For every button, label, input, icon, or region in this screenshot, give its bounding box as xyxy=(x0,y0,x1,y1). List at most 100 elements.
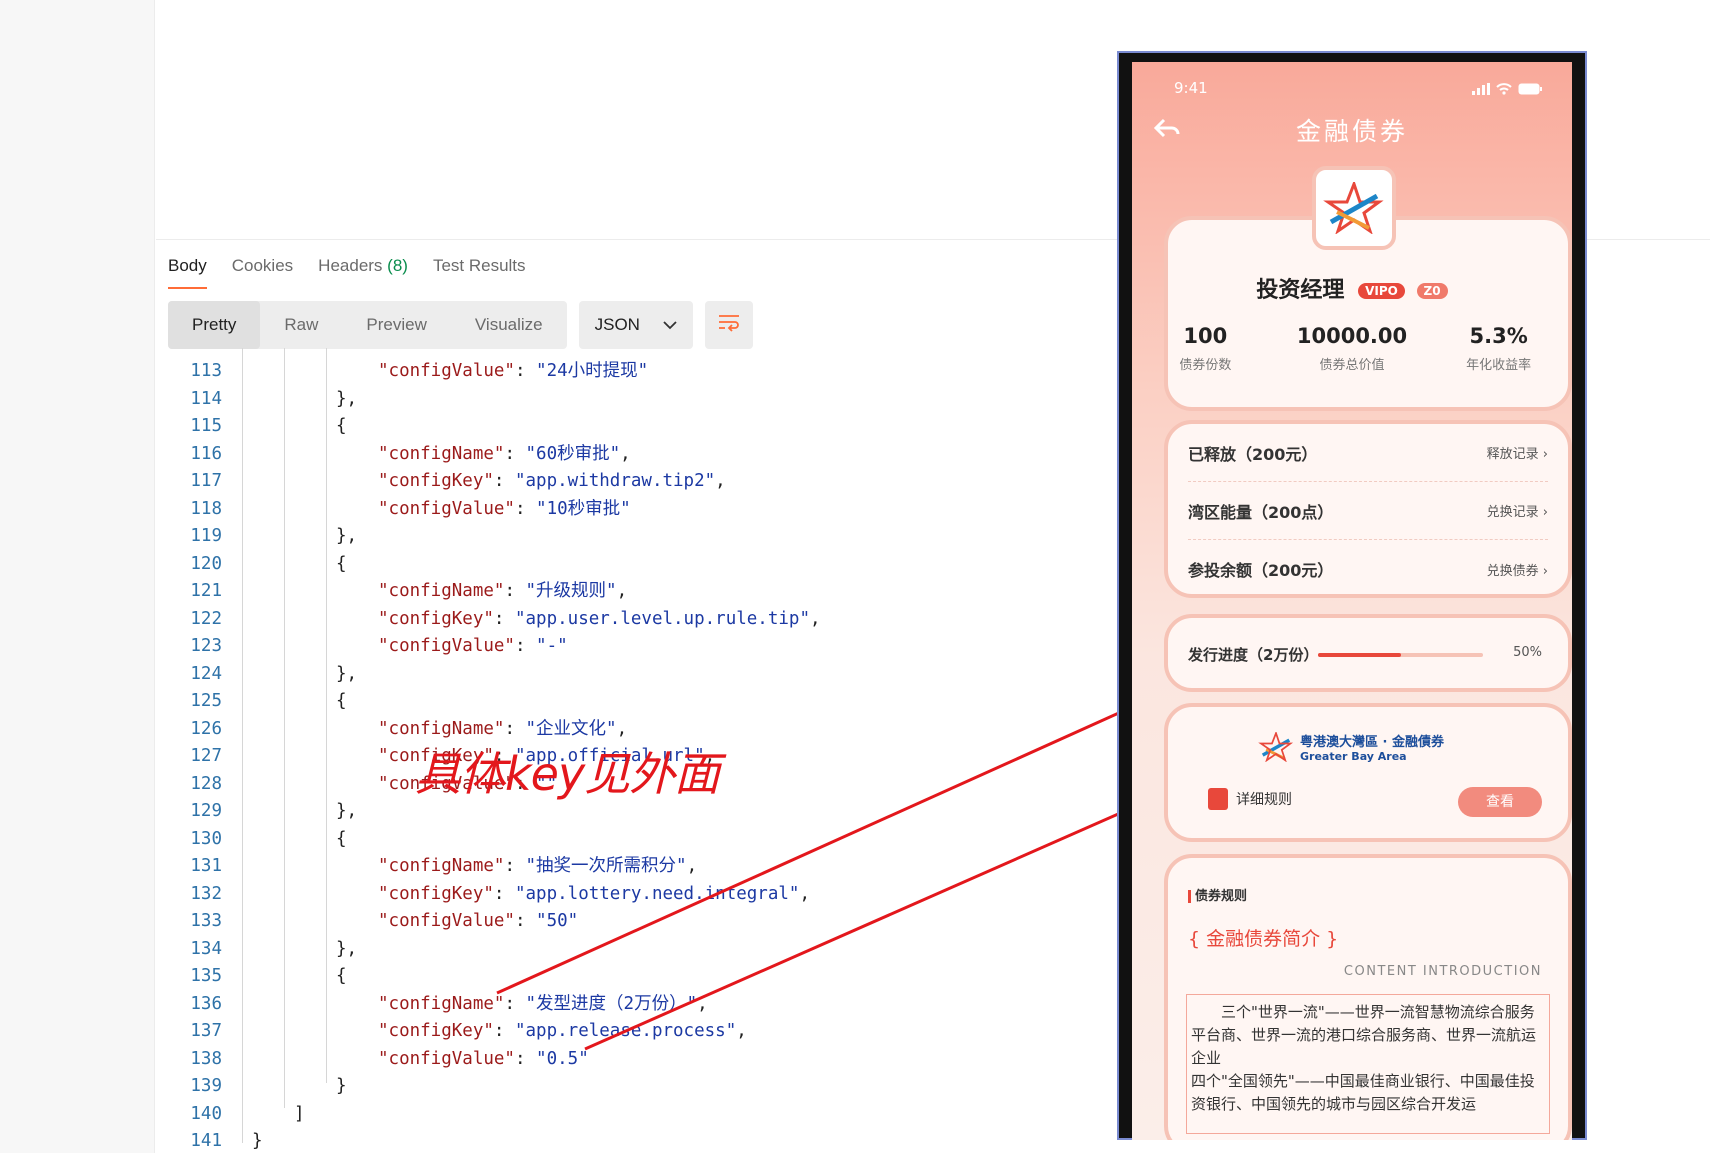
sidebar-gutter xyxy=(0,0,155,1153)
code-text: { xyxy=(336,416,347,436)
code-line: 117 "configKey": "app.withdraw.tip2", xyxy=(156,468,1106,495)
line-number: 116 xyxy=(190,443,222,464)
wifi-icon xyxy=(1496,80,1512,99)
view-raw-button[interactable]: Raw xyxy=(260,301,342,349)
progress-percent: 50% xyxy=(1513,645,1542,660)
line-number: 134 xyxy=(190,938,222,959)
view-mode-selector: Pretty Raw Preview Visualize xyxy=(168,301,567,349)
level-badge: Z0 xyxy=(1416,283,1448,299)
code-line: 123 "configValue": "-" xyxy=(156,633,1106,660)
vip-badge: VIPO xyxy=(1358,283,1405,299)
line-number: 115 xyxy=(190,416,222,436)
intro-text: 三个"世界一流"——世界一流智慧物流综合服务平台商、世界一流的港口综合服务商、世… xyxy=(1186,994,1550,1134)
row-title: 参投余额（200元） xyxy=(1188,561,1334,580)
intro-title: { 金融债券简介 } xyxy=(1188,928,1339,950)
detail-rules-button[interactable]: 详细规则 xyxy=(1208,788,1292,810)
line-number: 122 xyxy=(190,608,222,629)
line-number: 126 xyxy=(190,718,222,739)
code-line: 125 { xyxy=(156,688,1106,715)
row-action[interactable]: 兑换债券 › xyxy=(1487,560,1548,579)
code-line: 133 "configValue": "50" xyxy=(156,908,1106,935)
tab-test-results[interactable]: Test Results xyxy=(433,250,526,288)
row-bay-energy[interactable]: 湾区能量（200点） 兑换记录 › xyxy=(1188,482,1548,540)
code-text: "configName": "抽奖一次所需积分", xyxy=(378,856,698,876)
code-line: 139} xyxy=(156,1073,1106,1100)
code-text: } xyxy=(252,1131,263,1151)
view-button[interactable]: 查看 xyxy=(1458,787,1542,817)
tab-headers-label: Headers xyxy=(318,256,388,275)
battery-icon xyxy=(1518,80,1542,99)
row-released[interactable]: 已释放（200元） 释放记录 › xyxy=(1188,424,1548,482)
code-text: "configValue": "50" xyxy=(378,911,579,931)
tab-headers[interactable]: Headers (8) xyxy=(318,250,408,288)
tab-body[interactable]: Body xyxy=(168,250,207,289)
code-text: { xyxy=(336,553,347,574)
code-line: 134}, xyxy=(156,936,1106,963)
code-line: 132 "configKey": "app.lottery.need.integr… xyxy=(156,881,1106,908)
stat-label: 债券总价值 xyxy=(1319,358,1385,373)
row-action[interactable]: 释放记录 › xyxy=(1487,443,1548,462)
code-text: { xyxy=(336,966,347,986)
line-number: 136 xyxy=(190,993,222,1014)
code-text: "configValue": "10秒审批" xyxy=(378,498,631,519)
code-line: 120 { xyxy=(156,551,1106,578)
row-title: 已释放（200元） xyxy=(1188,444,1318,464)
tab-test-results-label: Test Results xyxy=(432,256,526,275)
code-line: 113 "configValue": "24小时提现" xyxy=(156,358,1106,385)
stat-annual-yield: 5.3% 年化收益率 xyxy=(1425,324,1572,373)
code-text: "configName": "发型进度（2万份）", xyxy=(378,993,708,1014)
code-line: 135 { xyxy=(156,963,1106,990)
row-title: 湾区能量（200点） xyxy=(1188,502,1334,522)
line-number: 118 xyxy=(190,498,222,519)
brand-cn: 粤港澳大灣區 · 金融債券 xyxy=(1300,735,1444,750)
code-line: 130 { xyxy=(156,826,1106,853)
app-logo xyxy=(1312,166,1396,250)
code-text: }, xyxy=(336,388,358,409)
progress-fill xyxy=(1318,653,1401,657)
progress-track xyxy=(1318,653,1483,657)
code-line: 115 { xyxy=(156,413,1106,440)
tab-cookies-label: Cookies xyxy=(231,256,294,275)
view-pretty-button[interactable]: Pretty xyxy=(168,301,261,349)
line-number: 130 xyxy=(190,828,222,849)
view-preview-button[interactable]: Preview xyxy=(342,301,450,349)
view-visualize-button[interactable]: Visualize xyxy=(451,301,567,349)
balance-card: 已释放（200元） 释放记录 › 湾区能量（200点） 兑换记录 › 参投余额（20… xyxy=(1164,420,1572,598)
line-number: 132 xyxy=(190,883,222,904)
line-number: 133 xyxy=(190,911,222,931)
intro-subtitle: CONTENT INTRODUCTION xyxy=(1343,964,1542,979)
tab-cookies[interactable]: Cookies xyxy=(232,250,293,288)
code-line: 141} xyxy=(156,1128,1106,1155)
annotation-label: 具体key见外面 xyxy=(415,747,720,801)
line-number: 125 xyxy=(190,691,222,711)
line-number: 139 xyxy=(190,1076,222,1096)
stat-value: 5.3% xyxy=(1469,324,1528,348)
bay-area-logo: 粤港澳大灣區 · 金融債券 Greater Bay Area xyxy=(1258,731,1444,763)
format-select[interactable]: JSON xyxy=(578,301,693,349)
row-invest-balance[interactable]: 参投余额（200元） 兑换债券 › xyxy=(1188,540,1548,598)
brand-en: Greater Bay Area xyxy=(1300,750,1407,763)
section-label: 债券规则 xyxy=(1188,890,1247,903)
code-text: "configKey": "app.withdraw.tip2", xyxy=(378,471,726,491)
code-line: 116 "configName": "60秒审批", xyxy=(156,441,1106,468)
progress-label: 发行进度（2万份） xyxy=(1188,646,1319,664)
tab-body-label: Body xyxy=(168,256,207,275)
line-number: 140 xyxy=(190,1103,222,1124)
code-line: 121 "configName": "升级规则", xyxy=(156,578,1106,605)
stat-value: 100 xyxy=(1183,324,1228,348)
wrap-lines-button[interactable] xyxy=(704,301,753,349)
code-line: 136 "configName": "发型进度（2万份）", xyxy=(156,991,1106,1018)
line-number: 129 xyxy=(190,801,222,821)
stat-label: 年化收益率 xyxy=(1466,358,1532,373)
line-number: 113 xyxy=(190,361,222,381)
response-toolbar: Pretty Raw Preview Visualize JSON xyxy=(168,301,753,349)
user-name-row: 投资经理 VIPO Z0 xyxy=(1132,272,1572,304)
stat-bond-count: 100 债券份数 xyxy=(1132,324,1279,373)
profile-stats: 100 债券份数 10000.00 债券总价值 5.3% 年化收益率 xyxy=(1132,324,1572,373)
line-number: 135 xyxy=(190,966,222,986)
code-text: "configValue": "0.5" xyxy=(378,1048,589,1069)
code-text: "configValue": "-" xyxy=(378,636,568,656)
code-line: 114}, xyxy=(156,386,1106,413)
status-time: 9:41 xyxy=(1174,79,1208,97)
row-action[interactable]: 兑换记录 › xyxy=(1487,501,1548,520)
